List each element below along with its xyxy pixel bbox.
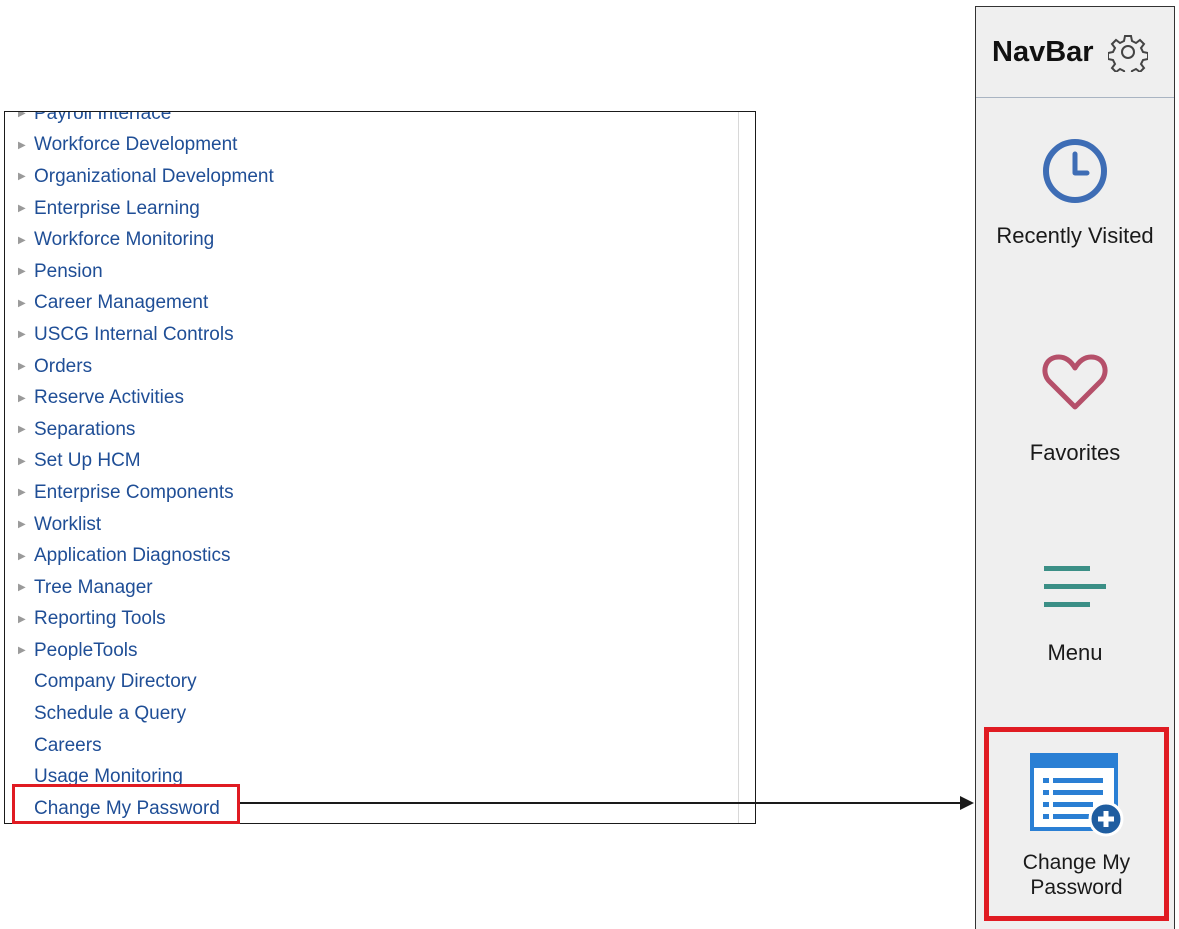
menu-item[interactable]: ▶ Reporting Tools (5, 604, 755, 636)
menu-item-label[interactable]: Pension (34, 261, 103, 283)
menu-item-label[interactable]: Enterprise Learning (34, 198, 200, 220)
menu-item[interactable]: ▶ Workforce Development (5, 130, 755, 162)
arrow-head-icon (960, 796, 974, 810)
menu-item-label[interactable]: Reserve Activities (34, 387, 184, 409)
menu-panel: ▶ Payroll Interface ▶ Workforce Development… (4, 111, 756, 824)
menu-item-label[interactable]: Schedule a Query (34, 703, 186, 725)
menu-item[interactable]: ▶ Pension (5, 256, 755, 288)
nav-tile-label: Favorites (1029, 440, 1121, 465)
menu-item-label[interactable]: Company Directory (34, 671, 197, 693)
menu-item[interactable]: ▶ PeopleTools (5, 635, 755, 667)
expand-arrow-icon: ▶ (18, 550, 26, 562)
navbar-panel: NavBar Recently Visited Favorites Menu C… (975, 6, 1175, 929)
menu-item-label[interactable]: Set Up HCM (34, 450, 141, 472)
expand-arrow-icon: ▶ (18, 582, 26, 594)
menu-item-label[interactable]: Separations (34, 419, 135, 441)
expand-arrow-icon: ▶ (18, 234, 26, 246)
gear-icon[interactable] (1107, 32, 1148, 72)
nav-tile-label-line2: Password (1030, 876, 1123, 899)
menu-item-label[interactable]: PeopleTools (34, 640, 138, 662)
highlight-box-change-password-link (12, 784, 240, 824)
menu-item[interactable]: ▶ USCG Internal Controls (5, 319, 755, 351)
menu-item-label[interactable]: Payroll Interface (34, 112, 171, 125)
menu-item-label[interactable]: Career Management (34, 292, 208, 314)
menu-item[interactable]: ▶ Orders (5, 351, 755, 383)
nav-tile-label: Recently Visited (996, 223, 1154, 248)
menu-item-label[interactable]: Orders (34, 356, 92, 378)
expand-arrow-icon: ▶ (18, 329, 26, 341)
menu-item[interactable]: ▶ Workforce Monitoring (5, 224, 755, 256)
menu-item-label[interactable]: Tree Manager (34, 577, 153, 599)
menu-item-label[interactable]: USCG Internal Controls (34, 324, 234, 346)
menu-item-label[interactable]: Application Diagnostics (34, 545, 230, 567)
expand-arrow-icon: ▶ (18, 519, 26, 531)
menu-item-label[interactable]: Worklist (34, 514, 101, 536)
menu-item[interactable]: ▶ Tree Manager (5, 572, 755, 604)
menu-item[interactable]: ▶ Worklist (5, 509, 755, 541)
expand-arrow-icon: ▶ (18, 361, 26, 373)
heart-icon (1042, 354, 1108, 410)
menu-item-label[interactable]: Workforce Monitoring (34, 229, 214, 251)
scrollbar-track[interactable] (738, 112, 739, 823)
menu-item[interactable]: ▶ Reserve Activities (5, 382, 755, 414)
clock-icon (1043, 139, 1107, 203)
expand-arrow-icon: ▶ (18, 297, 26, 309)
menu-item-label[interactable]: Enterprise Components (34, 482, 234, 504)
menu-lines-icon (1044, 566, 1106, 607)
menu-item[interactable]: ▶Careers (5, 730, 755, 762)
navbar-header: NavBar (976, 7, 1174, 98)
expand-arrow-icon: ▶ (18, 645, 26, 657)
menu-item[interactable]: ▶Schedule a Query (5, 698, 755, 730)
menu-item[interactable]: ▶ Separations (5, 414, 755, 446)
expand-arrow-icon: ▶ (18, 455, 26, 467)
expand-arrow-icon: ▶ (18, 392, 26, 404)
nav-tile-label: Menu (1047, 640, 1103, 665)
navbar-title: NavBar (992, 35, 1094, 68)
nav-tile-recently-visited[interactable]: Recently Visited (976, 137, 1174, 248)
arrow-connector-line (240, 802, 962, 804)
expand-arrow-icon: ▶ (18, 487, 26, 499)
nav-tile-menu[interactable]: Menu (976, 562, 1174, 665)
expand-arrow-icon: ▶ (18, 266, 26, 278)
menu-item[interactable]: ▶ Set Up HCM (5, 446, 755, 478)
menu-item[interactable]: ▶ Enterprise Components (5, 477, 755, 509)
menu-item-label[interactable]: Organizational Development (34, 166, 274, 188)
expand-arrow-icon: ▶ (18, 424, 26, 436)
menu-item[interactable]: ▶ Organizational Development (5, 161, 755, 193)
menu-item-label[interactable]: Careers (34, 735, 102, 757)
menu-item[interactable]: ▶ Payroll Interface (5, 111, 755, 130)
nav-tile-favorites[interactable]: Favorites (976, 352, 1174, 465)
menu-item[interactable]: ▶ Enterprise Learning (5, 193, 755, 225)
expand-arrow-icon: ▶ (18, 111, 26, 120)
expand-arrow-icon: ▶ (18, 203, 26, 215)
nav-tile-label-line1: Change My (1022, 851, 1131, 874)
menu-item-label[interactable]: Workforce Development (34, 134, 237, 156)
expand-arrow-icon: ▶ (18, 613, 26, 625)
expand-arrow-icon: ▶ (18, 171, 26, 183)
expand-arrow-icon: ▶ (18, 139, 26, 151)
menu-item-label[interactable]: Reporting Tools (34, 608, 166, 630)
menu-list: ▶ Payroll Interface ▶ Workforce Development… (5, 111, 755, 823)
nav-tile-change-my-password[interactable]: Change My Password (984, 727, 1169, 921)
menu-item[interactable]: ▶ Career Management (5, 288, 755, 320)
list-add-icon (1029, 753, 1123, 837)
menu-item[interactable]: ▶Company Directory (5, 667, 755, 699)
menu-item[interactable]: ▶ Application Diagnostics (5, 540, 755, 572)
